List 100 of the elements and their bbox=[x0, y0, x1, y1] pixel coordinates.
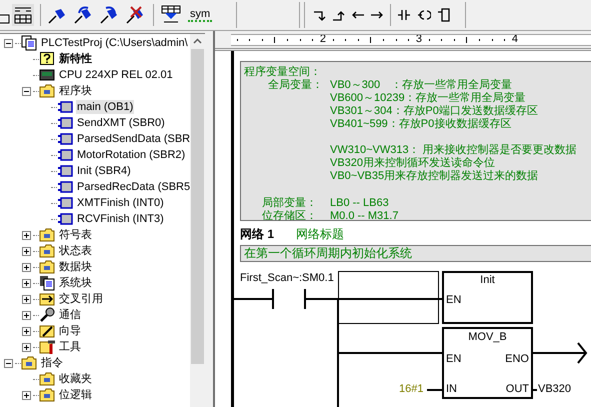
box-icon[interactable] bbox=[437, 8, 452, 22]
comment-line: VB0～300 ：存放一些常用全局变量 bbox=[330, 79, 512, 92]
pin-label: EN bbox=[446, 294, 462, 306]
help-icon bbox=[39, 51, 55, 67]
expand-toggle[interactable] bbox=[22, 310, 31, 320]
tree-item[interactable]: CPU 224XP REL 02.01 bbox=[58, 68, 174, 82]
tree-item[interactable]: 符号表 bbox=[58, 228, 93, 242]
scrollbar[interactable] bbox=[190, 34, 205, 407]
comment-line: VB301～304：存放P0端口发送数据缓存区 bbox=[330, 105, 538, 118]
expand-toggle[interactable] bbox=[22, 230, 31, 240]
tree-item[interactable]: 系统块 bbox=[58, 276, 93, 290]
folder-icon bbox=[39, 227, 55, 243]
plus-icon bbox=[23, 312, 30, 318]
block-icon bbox=[57, 147, 73, 163]
tree-item[interactable]: SendXMT (SBR0) bbox=[76, 116, 166, 130]
box-title: MOV_B bbox=[468, 331, 507, 343]
contact-icon[interactable] bbox=[397, 8, 412, 22]
block-icon bbox=[57, 179, 73, 195]
output-value: VB320 bbox=[538, 383, 572, 395]
coil-icon[interactable] bbox=[417, 8, 432, 22]
scroll-thumb[interactable] bbox=[191, 49, 204, 364]
block-icon bbox=[57, 99, 73, 115]
block-icon bbox=[57, 115, 73, 131]
block-icon bbox=[57, 131, 73, 147]
input-value: 16#1 bbox=[399, 383, 424, 395]
tree-item[interactable]: RCVFinish (INT3) bbox=[76, 212, 165, 226]
expand-toggle[interactable] bbox=[22, 326, 31, 336]
tree-item[interactable]: ParsedRecData (SBR5 bbox=[76, 180, 190, 194]
folder-icon bbox=[39, 83, 55, 99]
symbol-button[interactable]: sym bbox=[188, 8, 212, 22]
folder-tools-icon bbox=[39, 339, 55, 355]
documents-icon bbox=[39, 275, 55, 291]
plus-icon bbox=[23, 264, 30, 270]
tree-item[interactable]: 新特性 bbox=[58, 52, 93, 66]
expand-toggle[interactable] bbox=[22, 342, 31, 352]
comment-line: VB401~599：存放P0接收数据缓存区 bbox=[330, 118, 512, 131]
plus-icon bbox=[23, 248, 30, 254]
comment-line: VW310~VW313： 用来接收控制器是否要更改数据 bbox=[330, 144, 577, 157]
ruler-number: 2 bbox=[318, 34, 327, 44]
folder-icon bbox=[21, 355, 37, 371]
tree-item[interactable]: ParsedSendData (SBR bbox=[76, 132, 190, 146]
folder-wand-icon bbox=[39, 323, 55, 339]
expand-toggle[interactable] bbox=[22, 294, 31, 304]
expand-toggle[interactable] bbox=[22, 246, 31, 256]
folder-icon bbox=[39, 243, 55, 259]
comment-line: LB0 -- LB63 bbox=[330, 197, 389, 210]
comment-title: 程序变量空间： bbox=[244, 66, 321, 78]
network-title: 网络标题 bbox=[296, 226, 344, 243]
expand-toggle[interactable] bbox=[22, 390, 31, 400]
expand-toggle[interactable] bbox=[22, 262, 31, 272]
collapse-toggle[interactable] bbox=[4, 38, 13, 48]
contact-label: First_Scan~:SM0.1 bbox=[240, 271, 334, 286]
network-table-icon[interactable] bbox=[12, 4, 34, 26]
ruler-number: 3 bbox=[414, 34, 423, 44]
contact-symbol[interactable] bbox=[272, 288, 306, 310]
tree-item[interactable]: 收藏夹 bbox=[58, 372, 93, 386]
block-icon bbox=[57, 211, 73, 227]
comment-line: VB320用来控制循环发送读命令位 bbox=[330, 157, 496, 170]
tree-item[interactable]: 数据块 bbox=[58, 260, 93, 274]
plus-icon bbox=[23, 344, 30, 350]
tree-item[interactable]: MotorRotation (SBR2) bbox=[76, 148, 186, 162]
network-comment[interactable]: 在第一个循环周期内初始化系统 bbox=[240, 245, 591, 262]
tree-item[interactable]: PLCTestProj (C:\Users\admin\ bbox=[40, 36, 189, 50]
folder-icon bbox=[39, 387, 55, 403]
folder-icon bbox=[39, 259, 55, 275]
tree-item[interactable]: 交叉引用 bbox=[58, 292, 104, 306]
comment-label: 全局变量： bbox=[267, 79, 324, 93]
tree-item[interactable]: 通信 bbox=[58, 308, 82, 322]
plus-icon bbox=[23, 328, 30, 334]
tree-item[interactable]: 程序块 bbox=[58, 84, 93, 98]
move-box[interactable]: MOV_B EN ENO IN OUT bbox=[442, 327, 533, 399]
tree-item[interactable]: 向导 bbox=[58, 324, 82, 338]
plus-icon bbox=[23, 232, 30, 238]
pin-label: IN bbox=[446, 383, 457, 395]
comment-line: M0.0 -- M31.7 bbox=[330, 210, 398, 220]
pin-label: ENO bbox=[505, 353, 529, 365]
tree-item[interactable]: XMTFinish (INT0) bbox=[76, 196, 165, 210]
expand-toggle[interactable] bbox=[22, 278, 31, 288]
tree-item[interactable]: 状态表 bbox=[58, 244, 93, 258]
plus-icon bbox=[23, 296, 30, 302]
init-box[interactable]: Init EN bbox=[442, 271, 533, 324]
tree-item[interactable]: 指令 bbox=[40, 356, 64, 370]
collapse-toggle[interactable] bbox=[22, 86, 31, 96]
pin-label: EN bbox=[446, 353, 462, 365]
plus-icon bbox=[23, 280, 30, 286]
output-arrow bbox=[530, 342, 588, 364]
tree-item[interactable]: 工具 bbox=[58, 340, 82, 354]
tree-item[interactable]: main (OB1) bbox=[76, 100, 134, 114]
box-title: Init bbox=[480, 274, 495, 286]
tree-item[interactable]: Init (SBR4) bbox=[76, 164, 132, 178]
collapse-toggle[interactable] bbox=[4, 358, 13, 368]
plus-icon bbox=[23, 392, 30, 398]
network-number: 网络 1 bbox=[240, 226, 274, 243]
cpu-icon bbox=[39, 67, 55, 83]
block-icon bbox=[57, 163, 73, 179]
comment-line: VB0~VB35用来存放控制器发送过来的数据 bbox=[330, 170, 538, 183]
comment-label: 局部变量： bbox=[261, 197, 318, 210]
pin-label: OUT bbox=[506, 383, 529, 395]
tree-item[interactable]: 位逻辑 bbox=[58, 388, 93, 402]
folder-icon bbox=[39, 371, 55, 387]
